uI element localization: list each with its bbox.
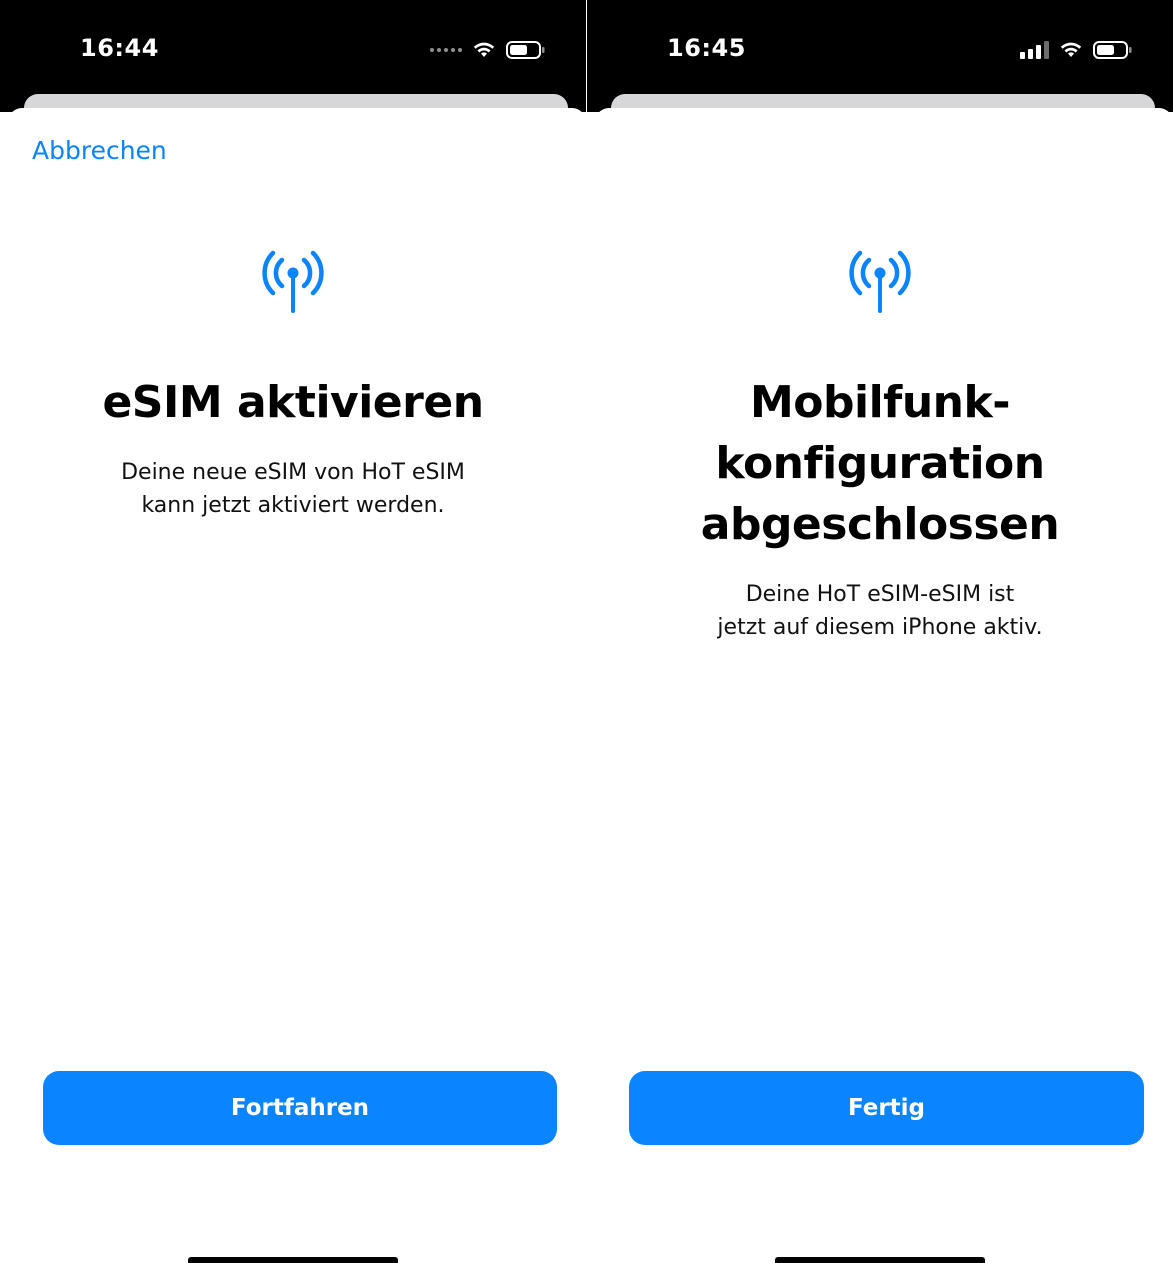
subtitle-line: Deine neue eSIM von HoT eSIM <box>121 460 465 485</box>
title-line: abgeschlossen <box>700 499 1060 550</box>
cancel-link[interactable]: Abbrechen <box>32 136 167 165</box>
wifi-icon <box>473 42 495 57</box>
page-subtitle: Deine neue eSIM von HoT eSIM kann jetzt … <box>60 456 526 522</box>
subtitle-line: Deine HoT eSIM-eSIM ist <box>745 582 1015 607</box>
page-subtitle: Deine HoT eSIM-eSIM ist jetzt auf diesem… <box>647 578 1113 644</box>
wifi-icon <box>1060 42 1082 57</box>
page-title: Mobilfunk- konfiguration abgeschlossen <box>627 372 1133 555</box>
title-line: konfiguration <box>715 438 1045 489</box>
battery-icon <box>1093 41 1132 59</box>
home-indicator[interactable] <box>188 1257 398 1263</box>
home-indicator[interactable] <box>775 1257 985 1263</box>
cellular-antenna-icon <box>849 250 911 313</box>
status-icons <box>1020 38 1133 62</box>
status-icons <box>430 38 546 62</box>
signal-bars-icon <box>1020 41 1049 59</box>
phone-screen-complete: 16:45 Mobilfunk- konfiguration abgeschlo… <box>587 0 1173 1263</box>
status-time: 16:45 <box>667 34 746 62</box>
cellular-antenna-icon <box>262 250 324 313</box>
phone-screen-activate: 16:44 Abbrechen eSIM aktivieren Deine ne… <box>0 0 586 1263</box>
continue-button[interactable]: Fortfahren <box>43 1071 557 1145</box>
page-title: eSIM aktivieren <box>102 377 484 428</box>
signal-searching-icon <box>430 48 462 52</box>
subtitle-line: kann jetzt aktiviert werden. <box>141 493 445 518</box>
subtitle-line: jetzt auf diesem iPhone aktiv. <box>717 615 1043 640</box>
title-line: Mobilfunk- <box>750 377 1011 428</box>
status-time: 16:44 <box>80 34 159 62</box>
screenshot-pair: 16:44 Abbrechen eSIM aktivieren Deine ne… <box>0 0 1173 1263</box>
done-button[interactable]: Fertig <box>629 1071 1144 1145</box>
battery-icon <box>506 41 545 59</box>
